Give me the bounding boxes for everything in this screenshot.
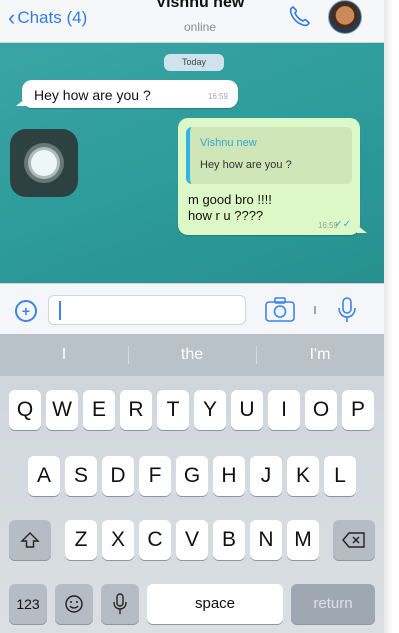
phone-icon[interactable] bbox=[286, 4, 312, 30]
shift-icon bbox=[20, 532, 40, 548]
emoji-icon bbox=[65, 595, 83, 613]
attach-button[interactable]: + bbox=[15, 300, 37, 322]
outgoing-message[interactable]: Vishnu new Hey how are you ? m good bro … bbox=[178, 118, 367, 235]
emoji-key[interactable] bbox=[55, 584, 93, 624]
date-separator: Today bbox=[164, 54, 224, 71]
key-h[interactable]: H bbox=[213, 456, 245, 496]
avatar[interactable] bbox=[328, 0, 362, 34]
key-o[interactable]: O bbox=[305, 390, 337, 430]
read-ticks-icon: ✓✓ bbox=[334, 219, 351, 230]
quoted-message[interactable]: Vishnu new Hey how are you ? bbox=[186, 127, 352, 184]
outgoing-message-text: m good bro !!!! how r u ???? bbox=[188, 192, 308, 224]
suggestion-bar: I the I'm bbox=[0, 334, 384, 376]
key-r[interactable]: R bbox=[120, 390, 152, 430]
outgoing-line: m good bro !!!! bbox=[188, 192, 272, 207]
screen-edge bbox=[384, 0, 399, 633]
key-z[interactable]: Z bbox=[65, 520, 97, 560]
shift-key[interactable] bbox=[9, 520, 51, 560]
key-c[interactable]: C bbox=[139, 520, 171, 560]
key-n[interactable]: N bbox=[250, 520, 282, 560]
keyboard: I the I'm Q W E R T Y U I O P A S D F G … bbox=[0, 334, 384, 633]
key-u[interactable]: U bbox=[231, 390, 263, 430]
key-w[interactable]: W bbox=[46, 390, 78, 430]
space-key[interactable]: space bbox=[147, 584, 283, 624]
key-e[interactable]: E bbox=[83, 390, 115, 430]
suggestion-item[interactable]: the bbox=[128, 334, 256, 376]
back-button[interactable]: ‹ Chats (4) bbox=[8, 6, 87, 30]
key-q[interactable]: Q bbox=[9, 390, 41, 430]
key-v[interactable]: V bbox=[176, 520, 208, 560]
chat-area[interactable]: Today Hey how are you ? 16:59 Vishnu new… bbox=[0, 43, 384, 283]
camera-icon[interactable] bbox=[264, 296, 296, 324]
key-p[interactable]: P bbox=[342, 390, 374, 430]
incoming-message[interactable]: Hey how are you ? 16:59 bbox=[16, 80, 238, 108]
return-key[interactable]: return bbox=[291, 584, 375, 624]
chevron-left-icon: ‹ bbox=[8, 5, 16, 30]
text-cursor bbox=[59, 301, 61, 320]
key-s[interactable]: S bbox=[65, 456, 97, 496]
incoming-message-text: Hey how are you ? bbox=[34, 87, 151, 103]
key-j[interactable]: J bbox=[250, 456, 282, 496]
key-b[interactable]: B bbox=[213, 520, 245, 560]
key-f[interactable]: F bbox=[139, 456, 171, 496]
quoted-sender: Vishnu new bbox=[200, 137, 257, 149]
suggestion-item[interactable]: I'm bbox=[256, 334, 384, 376]
composer-bar: + bbox=[0, 283, 384, 334]
key-g[interactable]: G bbox=[176, 456, 208, 496]
message-input[interactable] bbox=[48, 295, 246, 325]
key-k[interactable]: K bbox=[287, 456, 319, 496]
dictation-key[interactable] bbox=[101, 584, 139, 624]
key-t[interactable]: T bbox=[157, 390, 189, 430]
key-y[interactable]: Y bbox=[194, 390, 226, 430]
numbers-key[interactable]: 123 bbox=[9, 584, 47, 624]
assistive-touch-icon[interactable] bbox=[10, 129, 78, 197]
microphone-icon[interactable] bbox=[336, 296, 358, 324]
contact-name[interactable]: Vishnu new bbox=[140, 0, 260, 12]
key-i[interactable]: I bbox=[268, 390, 300, 430]
suggestion-item[interactable]: I bbox=[0, 334, 128, 376]
phone-screen: ‹ Chats (4) Vishnu new online Today Hey … bbox=[0, 0, 384, 633]
quoted-text: Hey how are you ? bbox=[200, 159, 292, 171]
back-label: Chats (4) bbox=[17, 8, 88, 27]
outgoing-line: how r u ???? bbox=[188, 208, 264, 223]
backspace-icon bbox=[342, 532, 365, 548]
incoming-message-time: 16:59 bbox=[207, 92, 228, 101]
microphone-icon bbox=[113, 593, 127, 614]
key-l[interactable]: L bbox=[324, 456, 356, 496]
delete-key[interactable] bbox=[333, 520, 375, 560]
key-m[interactable]: M bbox=[287, 520, 319, 560]
key-d[interactable]: D bbox=[102, 456, 134, 496]
key-a[interactable]: A bbox=[28, 456, 60, 496]
chat-header: ‹ Chats (4) Vishnu new online bbox=[0, 0, 384, 43]
contact-status: online bbox=[183, 20, 217, 34]
input-divider bbox=[314, 306, 316, 314]
key-x[interactable]: X bbox=[102, 520, 134, 560]
